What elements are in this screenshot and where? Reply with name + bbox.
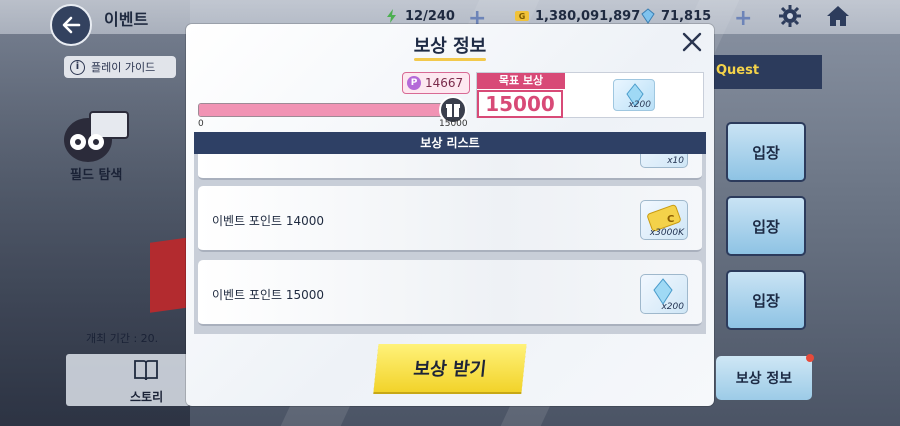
gem-display: 71,815 [640,8,711,24]
arrow-left-icon [62,16,81,34]
target-reward-value: 15000 [477,90,563,118]
current-points-value: 14667 [425,76,464,90]
title-underline [414,58,486,61]
stamina-value: 12/240 [405,8,455,24]
reward-item-qty: x200 [661,302,684,312]
reward-info-modal: 보상 정보 P 14667 0 15000 목표 보상 15000 x200 보… [186,24,714,406]
notification-dot [806,354,814,362]
event-period-label: 개최 기간 : 20. [86,332,159,345]
story-label: 스토리 [130,390,164,404]
claim-reward-button[interactable]: 보상 받기 [373,344,527,392]
modal-title: 보상 정보 [413,36,487,57]
reward-row: x10 [198,154,702,180]
page-title: 이벤트 [104,10,149,29]
home-icon[interactable] [825,4,851,28]
progress-min-label: 0 [198,119,204,129]
reward-row: 이벤트 포인트 14000 C x3000K [198,186,702,252]
enter-label: 입장 [752,291,780,310]
play-guide-button[interactable]: i 플레이 가이드 [64,56,176,78]
reward-item-qty: x10 [667,156,684,166]
point-icon: P [407,76,421,90]
gold-icon: G [515,11,529,21]
back-button[interactable] [50,4,92,46]
reward-list[interactable]: x10 이벤트 포인트 14000 C x3000K 이벤트 포인트 15000… [194,154,706,334]
target-reward-qty: x200 [628,100,651,110]
points-progress-bar [198,103,452,117]
book-icon [134,360,158,381]
gear-icon[interactable] [778,4,802,28]
enter-button-2[interactable]: 입장 [726,196,806,256]
reward-list-header: 보상 리스트 [194,132,706,154]
enter-button-3[interactable]: 입장 [726,270,806,330]
stamina-icon [387,9,396,23]
points-progress-fill [199,104,446,116]
claim-reward-label: 보상 받기 [412,359,488,380]
quest-tab-label: Quest [716,63,760,78]
info-icon: i [70,59,85,75]
reward-item-qty: x3000K [649,228,684,238]
reward-item[interactable]: x200 [640,274,688,314]
field-explore-mascot[interactable] [56,98,136,168]
svg-text:G: G [519,12,526,21]
reward-row: 이벤트 포인트 15000 x200 [198,260,702,326]
add-gem-button[interactable]: + [734,6,752,31]
reward-info-label: 보상 정보 [735,371,793,387]
field-explore-label: 필드 탐색 [70,168,123,183]
reward-row-label: 이벤트 포인트 15000 [212,288,325,302]
enter-label: 입장 [752,143,780,162]
gold-display: G 1,380,091,897 [514,8,640,24]
svg-text:C: C [667,214,674,225]
reward-row-label: 이벤트 포인트 14000 [212,214,325,228]
reward-info-button[interactable]: 보상 정보 [716,356,812,400]
target-reward-tag: 목표 보상 [477,73,565,89]
progress-max-label: 15000 [439,119,468,129]
enter-label: 입장 [752,217,780,236]
current-points-badge: P 14667 [402,72,471,94]
gem-value: 71,815 [661,8,712,24]
quest-tab[interactable]: Quest [712,55,822,89]
play-guide-label: 플레이 가이드 [91,61,156,74]
background-banner [150,237,190,313]
enter-button-1[interactable]: 입장 [726,122,806,182]
close-icon[interactable] [680,30,704,54]
reward-item[interactable]: C x3000K [640,200,688,240]
reward-item[interactable]: x10 [640,154,688,168]
target-reward-box: 목표 보상 15000 x200 [476,72,704,118]
stamina-display: 12/240 [384,8,455,24]
crystal-reward-icon[interactable]: x200 [613,79,655,111]
gold-value: 1,380,091,897 [535,8,641,24]
story-button[interactable] [66,354,190,406]
gem-icon [641,8,655,24]
